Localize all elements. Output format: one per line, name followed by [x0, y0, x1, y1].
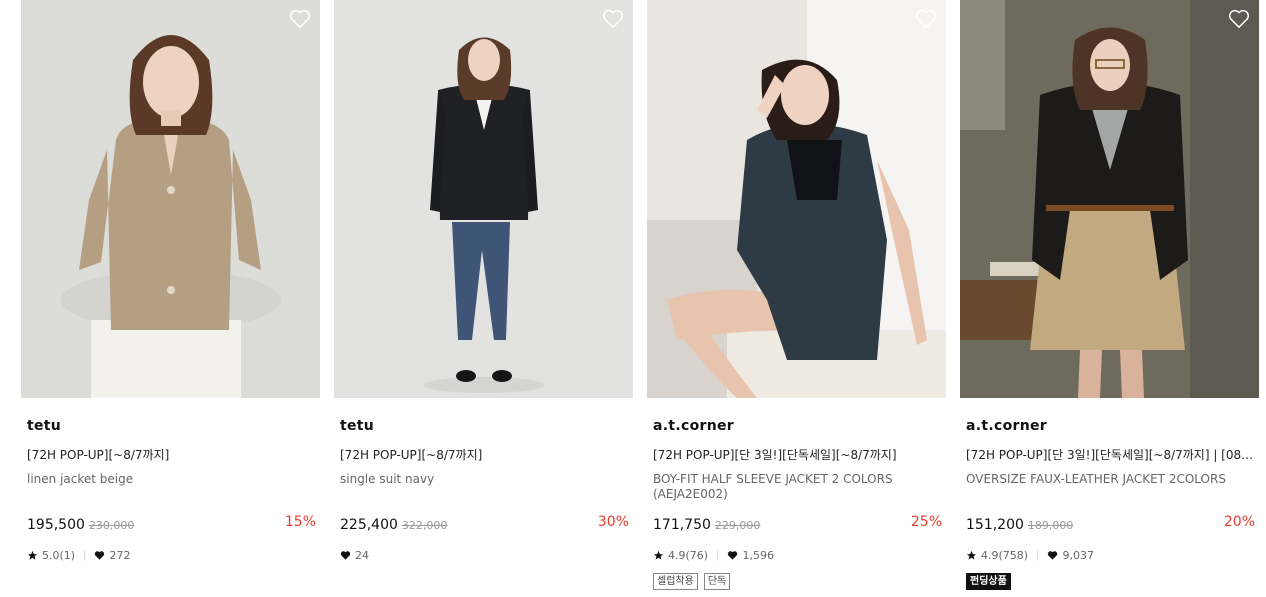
rating-likes-row: 5.0(1) | 272 — [27, 548, 130, 562]
star-icon — [653, 550, 664, 560]
sale-price: 151,200 — [966, 517, 1024, 533]
wishlist-heart-icon[interactable] — [1228, 9, 1250, 29]
promo-tags: [72H POP-UP][~8/7까지] — [340, 448, 483, 462]
wishlist-heart-icon[interactable] — [602, 9, 624, 29]
sale-price: 171,750 — [653, 517, 711, 533]
sale-price: 195,500 — [27, 517, 85, 533]
exclusive-badge: 단독 — [703, 573, 731, 590]
product-photo — [21, 0, 320, 398]
star-icon — [27, 550, 38, 560]
heart-filled-icon — [728, 550, 738, 560]
rating-likes-row: 4.9(76) | 1,596 — [653, 548, 774, 562]
product-image[interactable] — [960, 0, 1259, 398]
rating-value: 5.0(1) — [42, 548, 76, 562]
promo-tags: [72H POP-UP][단 3일!][단독세일][~8/7까지] — [653, 448, 897, 462]
likes-count: 9,037 — [1062, 548, 1094, 562]
brand-name[interactable]: tetu — [340, 418, 374, 434]
product-name[interactable]: linen jacket beige — [27, 472, 313, 487]
sale-price: 225,400 — [340, 517, 398, 533]
product-card[interactable]: tetu [72H POP-UP][~8/7까지] single suit na… — [334, 0, 633, 597]
product-photo — [960, 0, 1259, 398]
brand-name[interactable]: a.t.corner — [653, 418, 734, 434]
product-name[interactable]: OVERSIZE FAUX-LEATHER JACKET 2COLORS — [966, 472, 1252, 487]
rating-value: 4.9(758) — [981, 548, 1029, 562]
rating-likes-row: 24 — [340, 548, 369, 562]
badge-list: 셀럽착용 단독 — [653, 573, 731, 590]
product-image[interactable] — [334, 0, 633, 398]
celebrity-badge: 셀럽착용 — [653, 573, 698, 590]
price-row: 195,500 230,000 15% — [27, 514, 316, 534]
heart-filled-icon — [340, 550, 351, 560]
wishlist-heart-icon[interactable] — [915, 9, 937, 29]
product-card[interactable]: tetu [72H POP-UP][~8/7까지] linen jacket b… — [21, 0, 320, 597]
original-price: 229,000 — [714, 519, 761, 532]
original-price: 322,000 — [401, 519, 448, 532]
product-photo — [334, 0, 633, 398]
brand-name[interactable]: a.t.corner — [966, 418, 1047, 434]
discount-rate: 15% — [284, 514, 316, 530]
rating-likes-row: 4.9(758) | 9,037 — [966, 548, 1094, 562]
heart-filled-icon — [95, 550, 105, 560]
rating-value: 4.9(76) — [668, 548, 709, 562]
divider: | — [1036, 549, 1040, 561]
discount-rate: 20% — [1223, 514, 1255, 530]
promo-tags: [72H POP-UP][단 3일!][단독세일][~8/7까지] | [08/… — [966, 448, 1256, 462]
likes-count: 1,596 — [742, 548, 774, 562]
product-image[interactable] — [21, 0, 320, 398]
product-name[interactable]: BOY-FIT HALF SLEEVE JACKET 2 COLORS (AEJ… — [653, 472, 939, 502]
heart-filled-icon — [1048, 550, 1058, 560]
product-card[interactable]: a.t.corner [72H POP-UP][단 3일!][단독세일][~8/… — [647, 0, 946, 597]
discount-rate: 25% — [910, 514, 942, 530]
original-price: 230,000 — [88, 519, 135, 532]
promo-tags: [72H POP-UP][~8/7까지] — [27, 448, 170, 462]
divider: | — [716, 549, 720, 561]
brand-name[interactable]: tetu — [27, 418, 61, 434]
product-name[interactable]: single suit navy — [340, 472, 626, 487]
price-row: 171,750 229,000 25% — [653, 514, 942, 534]
product-card[interactable]: a.t.corner [72H POP-UP][단 3일!][단독세일][~8/… — [960, 0, 1259, 597]
likes-count: 272 — [109, 548, 131, 562]
product-image[interactable] — [647, 0, 946, 398]
price-row: 225,400 322,000 30% — [340, 514, 629, 534]
original-price: 189,000 — [1027, 519, 1074, 532]
star-icon — [966, 550, 977, 560]
likes-count: 24 — [355, 548, 369, 562]
funding-badge: 펀딩상품 — [966, 573, 1011, 590]
wishlist-heart-icon[interactable] — [289, 9, 311, 29]
badge-list: 펀딩상품 — [966, 573, 1011, 590]
divider: | — [83, 549, 87, 561]
product-grid: tetu [72H POP-UP][~8/7까지] linen jacket b… — [0, 0, 1266, 597]
discount-rate: 30% — [597, 514, 629, 530]
product-photo — [647, 0, 946, 398]
price-row: 151,200 189,000 20% — [966, 514, 1255, 534]
